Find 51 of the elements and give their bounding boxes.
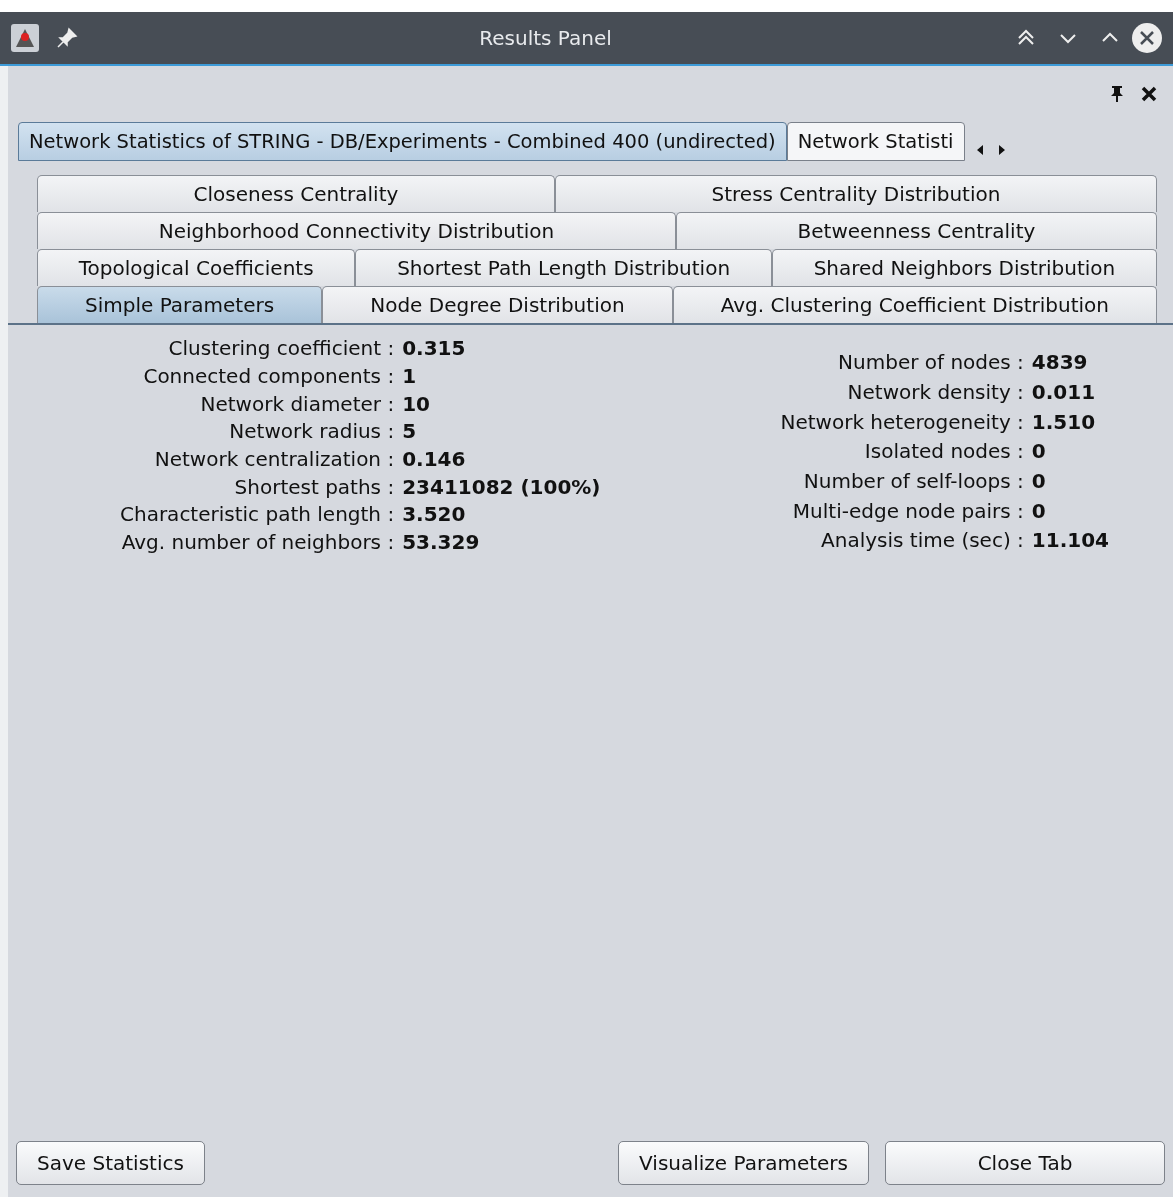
parameter-label: Isolated nodes : [863, 438, 1024, 466]
tab[interactable]: Simple Parameters [37, 286, 323, 324]
parameter-label: Network density : [846, 378, 1024, 406]
parameter-value: 23411082 (100%) [402, 473, 601, 501]
parameter-label: Number of nodes : [837, 349, 1024, 377]
parameter-value: 0 [1031, 438, 1047, 466]
parameter-value: 5 [402, 418, 418, 446]
parameter-value: 53.329 [402, 529, 481, 557]
parameter-label: Shortest paths : [233, 473, 395, 501]
parameter-label: Multi-edge node pairs : [791, 497, 1024, 525]
parameter-label: Number of self-loops : [802, 467, 1024, 495]
tab[interactable]: Network Statistics of STRING - DB/Experiments - Combined 400 (undirected) [18, 122, 787, 162]
button[interactable]: Visualize Parameters [618, 1141, 869, 1185]
parameter-value: 0.315 [402, 335, 467, 363]
tab[interactable]: Network Statisti [786, 122, 965, 162]
window-title: Results Panel [478, 25, 613, 52]
tab[interactable]: Topological Coefficients [37, 249, 356, 287]
parameter-value: 0.011 [1031, 378, 1097, 406]
parameter-value: 0.146 [402, 446, 467, 474]
parameter-value: 1.510 [1031, 408, 1097, 436]
parameter-label: Network radius : [228, 418, 395, 446]
parameter-value: 4839 [1031, 349, 1089, 377]
parameter-label: Avg. number of neighbors : [120, 529, 395, 557]
pin-icon[interactable] [56, 27, 78, 49]
app-icon [10, 23, 40, 53]
parameter-value: 10 [402, 390, 431, 418]
parameter-value: 0 [1031, 497, 1047, 525]
button[interactable]: Save Statistics [16, 1141, 205, 1185]
parameter-value: 3.520 [402, 501, 467, 529]
parameter-label: Characteristic path length : [120, 501, 395, 529]
parameter-value: 11.104 [1031, 527, 1109, 555]
parameter-label: Connected components : [142, 362, 395, 390]
tab[interactable]: Node Degree Distribution [322, 286, 673, 324]
parameter-label: Network diameter : [199, 390, 395, 418]
parameter-label: Clustering coefficient : [167, 335, 395, 363]
button[interactable]: Close Tab [885, 1141, 1165, 1185]
tab[interactable]: Shared Neighbors Distribution [771, 249, 1157, 287]
parameter-value: 0 [1031, 467, 1047, 495]
tab[interactable]: Shortest Path Length Distribution [355, 249, 772, 287]
tab[interactable]: Neighborhood Connectivity Distribution [37, 212, 676, 250]
tab[interactable]: Avg. Clustering Coefficient Distribution [672, 286, 1157, 324]
parameter-label: Network heterogeneity : [780, 408, 1024, 436]
parameter-label: Analysis time (sec) : [820, 527, 1024, 555]
close-icon[interactable] [1131, 22, 1163, 54]
tab[interactable]: Betweenness Centrality [675, 212, 1157, 250]
parameter-value: 1 [402, 362, 418, 390]
close-icon[interactable] [1141, 86, 1157, 102]
parameter-label: Network centralization : [153, 446, 395, 474]
pin-icon[interactable] [1109, 85, 1125, 103]
tab[interactable]: Stress Centrality Distribution [554, 175, 1157, 213]
tab[interactable]: Closeness Centrality [37, 175, 555, 213]
